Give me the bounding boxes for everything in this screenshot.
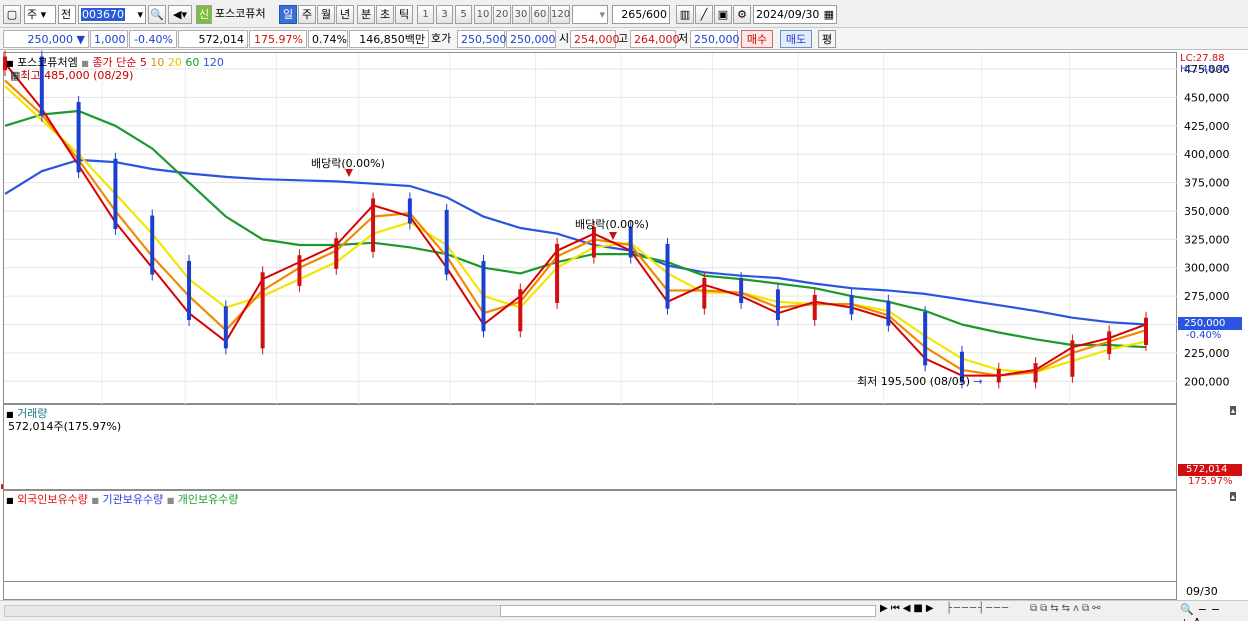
price-tag-pct: -0.40%: [1186, 330, 1222, 341]
holdings-legend: ■ 외국인보유수량 ■ 기관보유수량 ■ 개인보유수량: [6, 491, 239, 507]
legend-individual: 개인보유수량: [177, 493, 239, 506]
legend-ma20: 20: [167, 56, 182, 69]
candle-body: [739, 277, 744, 303]
dividend-marker-1: 배당락(0.00%): [311, 157, 385, 170]
price-y-tick: 400,000: [1184, 148, 1230, 161]
candle-body: [923, 312, 928, 366]
dividend-marker-2: 배당락(0.00%): [575, 218, 649, 231]
legend-ma60: 60: [185, 56, 200, 69]
high-note: ▦최고 485,000 (08/29): [10, 67, 133, 83]
grid-icon: ▦: [10, 69, 21, 82]
low-note: 최저 195,500 (08/05) →: [857, 373, 983, 389]
candle-body: [297, 255, 302, 286]
playback-controls[interactable]: ▶⏮◀■▶: [880, 603, 937, 614]
candle-body: [886, 300, 891, 326]
zoom-slider[interactable]: ├───┤───: [946, 603, 1010, 614]
holdings-y-axis: [1178, 490, 1245, 582]
legend-ma10: 10: [150, 56, 165, 69]
candle-body: [223, 306, 228, 349]
candle-body: [996, 368, 1001, 383]
candle-body: [1144, 317, 1148, 345]
low-note-text: 최저 195,500 (08/05): [857, 375, 971, 388]
volume-tag: 572,014: [1178, 464, 1242, 476]
candle-body: [1033, 363, 1038, 383]
tool-icons[interactable]: ⧉⧉⇆⇆ʌ⧉⚯: [1030, 603, 1103, 614]
volume-value: 572,014주(175.97%): [8, 420, 122, 433]
price-y-tick: 350,000: [1184, 205, 1230, 218]
candle-body: [260, 272, 265, 349]
candle-body: [76, 101, 81, 173]
volume-tag-pct: 175.97%: [1188, 476, 1233, 487]
price-tag: 250,000: [1178, 317, 1242, 330]
arrow-right-icon: →: [973, 375, 983, 388]
collapse-icon[interactable]: ▴: [1230, 492, 1237, 501]
legend-dot-icon: ■: [91, 496, 99, 505]
legend-ma120: 120: [202, 56, 224, 69]
price-y-tick: 450,000: [1184, 91, 1230, 104]
candle-body: [481, 260, 486, 332]
lc-value: LC:27.88: [1180, 53, 1225, 64]
dividend-arrow-icon: [609, 232, 617, 240]
x-axis: [3, 582, 1177, 600]
price-y-tick: 425,000: [1184, 120, 1230, 133]
candle-body: [555, 243, 560, 303]
candle-body: [702, 277, 707, 309]
candle-body: [812, 294, 817, 320]
legend-dot-icon: ■: [6, 496, 14, 505]
legend-institution: 기관보유수량: [102, 493, 164, 506]
price-y-tick: 225,000: [1184, 347, 1230, 360]
bottom-scrollbar[interactable]: ▶⏮◀■▶ ├───┤─── ⧉⧉⇆⇆ʌ⧉⚯ 🔍−−+A: [0, 600, 1248, 621]
candle-body: [150, 215, 155, 275]
zoom-icons[interactable]: 🔍−−+A: [1180, 603, 1248, 621]
scroll-thumb[interactable]: [500, 605, 876, 617]
volume-pane[interactable]: [3, 404, 1177, 490]
candle-body: [665, 243, 670, 309]
legend-foreign: 외국인보유수량: [17, 493, 88, 506]
candle-body: [407, 198, 412, 224]
candle-body: [444, 209, 449, 275]
price-y-tick: 275,000: [1184, 290, 1230, 303]
legend-ma5: 5: [139, 56, 147, 69]
candle-body: [849, 294, 854, 315]
hc-value: HC:-48.45: [1180, 64, 1231, 75]
candle-body: [1070, 340, 1075, 377]
candle-body: [113, 158, 118, 230]
price-y-tick: 200,000: [1184, 375, 1230, 388]
price-y-tick: 300,000: [1184, 262, 1230, 275]
candle-body: [334, 238, 339, 269]
candle-body: [371, 198, 376, 252]
price-y-tick: 375,000: [1184, 177, 1230, 190]
legend-dot-icon: ■: [166, 496, 175, 505]
candle-body: [187, 260, 192, 320]
candle-body: [1107, 331, 1112, 355]
collapse-icon[interactable]: ▴: [1230, 406, 1237, 415]
candle-body: [518, 289, 523, 332]
high-note-text: 최고 485,000 (08/29): [20, 69, 134, 82]
candle-body: [775, 289, 780, 320]
price-y-tick: 325,000: [1184, 233, 1230, 246]
x-tick-label-end: 09/30: [1186, 585, 1218, 598]
